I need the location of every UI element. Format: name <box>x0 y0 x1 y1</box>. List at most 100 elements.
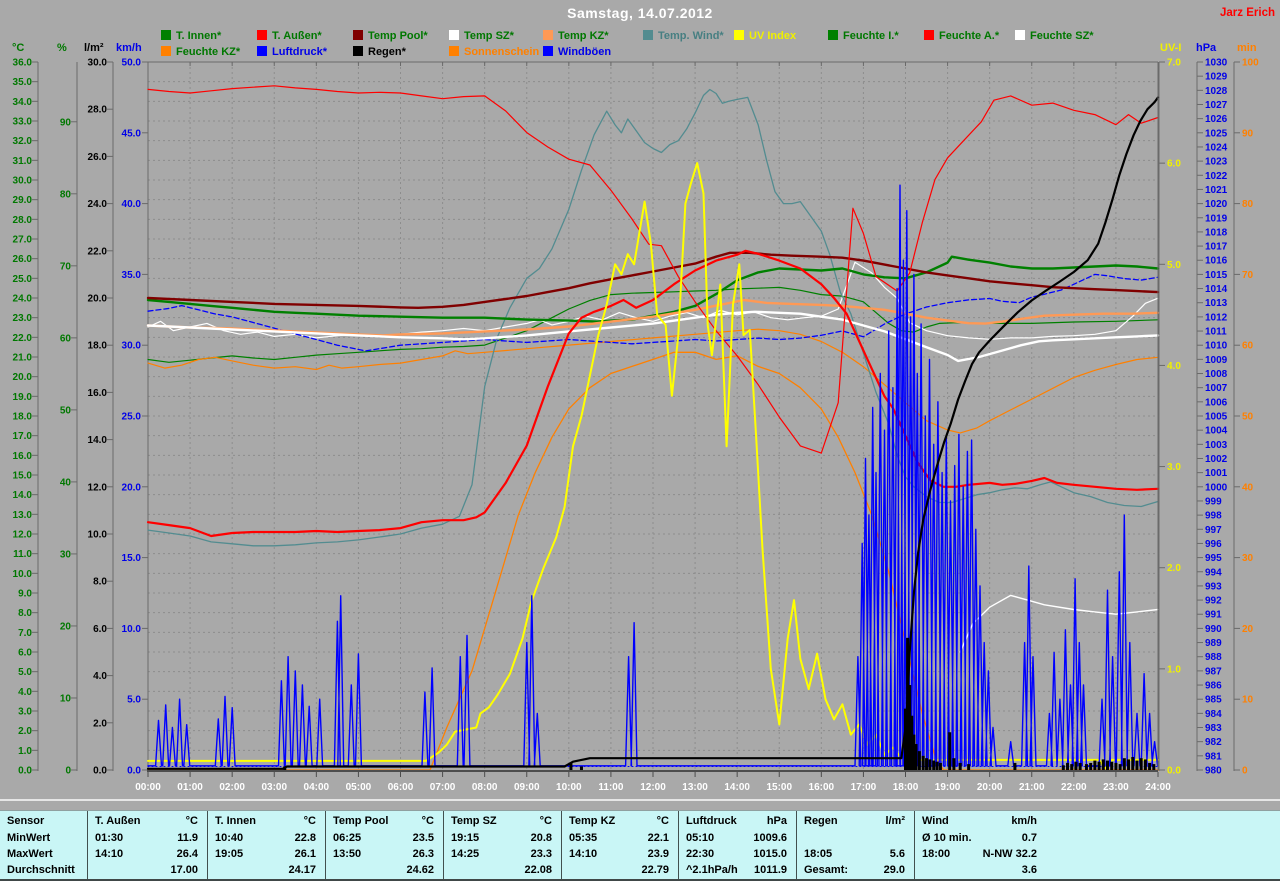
svg-text:987: 987 <box>1205 666 1222 677</box>
x-axis: 00:0001:0002:0003:0004:0005:0006:0007:00… <box>0 62 1280 800</box>
table-row: 18:00N-NW 32.2 <box>915 846 1280 862</box>
svg-text:1007: 1007 <box>1205 383 1228 394</box>
weather-app-window: { "header": { "title": "Samstag, 14.07.2… <box>0 0 1280 881</box>
svg-text:31.0: 31.0 <box>13 156 33 167</box>
legend-item-feuchte-sz-: Feuchte SZ* <box>1015 30 1094 42</box>
svg-text:8.0: 8.0 <box>18 608 32 619</box>
svg-text:994: 994 <box>1205 567 1222 578</box>
table-row: LuftdruckhPa <box>679 813 797 829</box>
table-cell-right: 1009.6 <box>679 830 787 846</box>
table-row: Sensor <box>0 813 87 829</box>
series-legend: T. Innen* T. Außen* Temp Pool* Temp SZ* Temp… <box>0 0 1280 62</box>
table-cell-right: 29.0 <box>797 862 905 878</box>
table-row: MinWert <box>0 830 87 846</box>
svg-text:13:00: 13:00 <box>682 782 708 793</box>
svg-text:20.0: 20.0 <box>13 372 33 383</box>
legend-item-temp-pool-: Temp Pool* <box>353 30 428 42</box>
table-cell-right: 22.08 <box>444 862 552 878</box>
svg-text:17.0: 17.0 <box>13 431 33 442</box>
svg-text:1003: 1003 <box>1205 440 1228 451</box>
legend-label: Temp SZ* <box>464 30 514 42</box>
svg-text:12:00: 12:00 <box>640 782 666 793</box>
table-row: Gesamt:29.0 <box>797 862 915 878</box>
svg-text:29.0: 29.0 <box>13 195 33 206</box>
legend-item-luftdruck-: Luftdruck* <box>257 46 327 58</box>
svg-text:60: 60 <box>60 333 72 344</box>
svg-text:40: 40 <box>1242 482 1254 493</box>
svg-text:10: 10 <box>60 693 72 704</box>
svg-text:0: 0 <box>1242 766 1248 777</box>
legend-label: T. Innen* <box>176 30 221 42</box>
table-cell-right: 5.6 <box>797 846 905 862</box>
svg-text:5.0: 5.0 <box>18 667 32 678</box>
svg-text:1016: 1016 <box>1205 256 1228 267</box>
legend-swatch-windb-en <box>543 46 553 56</box>
legend-item-feuchte-i-: Feuchte I.* <box>828 30 899 42</box>
table-cell-right: 24.17 <box>208 862 316 878</box>
table-row: 22.08 <box>444 862 562 878</box>
svg-text:999: 999 <box>1205 496 1222 507</box>
table-row: 14:2523.3 <box>444 846 562 862</box>
table-cell-right: 0.7 <box>915 830 1037 846</box>
svg-text:10: 10 <box>1242 695 1254 706</box>
svg-text:982: 982 <box>1205 737 1222 748</box>
svg-text:988: 988 <box>1205 652 1222 663</box>
svg-text:10.0: 10.0 <box>88 530 108 541</box>
svg-text:25.0: 25.0 <box>122 412 142 423</box>
table-row: ^2.1hPa/h1011.9 <box>679 862 797 878</box>
table-cell-right: °C <box>326 813 434 829</box>
svg-text:14.0: 14.0 <box>88 435 108 446</box>
legend-item-temp-kz-: Temp KZ* <box>543 30 609 42</box>
table-cell-right: 11.9 <box>88 830 198 846</box>
svg-text:990: 990 <box>1205 624 1222 635</box>
svg-text:27.0: 27.0 <box>13 235 33 246</box>
legend-label: Feuchte A.* <box>939 30 999 42</box>
svg-text:8.0: 8.0 <box>93 577 107 588</box>
legend-label: Temp. Wind* <box>658 30 724 42</box>
svg-text:19:00: 19:00 <box>935 782 961 793</box>
svg-text:30: 30 <box>60 549 72 560</box>
svg-text:32.0: 32.0 <box>13 136 33 147</box>
svg-text:1001: 1001 <box>1205 468 1228 479</box>
svg-text:04:00: 04:00 <box>304 782 330 793</box>
svg-text:70: 70 <box>60 261 72 272</box>
legend-label: Feuchte I.* <box>843 30 899 42</box>
table-row: 22.79 <box>562 862 679 878</box>
legend-swatch-temp-kz- <box>543 30 553 40</box>
table-cell-right: 22.8 <box>208 830 316 846</box>
svg-text:20.0: 20.0 <box>88 294 108 305</box>
svg-text:5.0: 5.0 <box>1167 260 1181 271</box>
svg-text:12.0: 12.0 <box>88 482 108 493</box>
svg-text:1.0: 1.0 <box>1167 664 1181 675</box>
legend-item-feuchte-kz-: Feuchte KZ* <box>161 46 240 58</box>
svg-text:6.0: 6.0 <box>18 648 32 659</box>
svg-text:22.0: 22.0 <box>13 333 33 344</box>
svg-text:3.0: 3.0 <box>1167 462 1181 473</box>
table-col-luftdruck: LuftdruckhPa05:101009.622:301015.0^2.1hP… <box>678 811 797 879</box>
table-cell-right: °C <box>562 813 669 829</box>
table-col-rowlabels: SensorMinWertMaxWertDurchschnitt <box>0 811 87 879</box>
svg-text:30.0: 30.0 <box>13 176 33 187</box>
table-row: 14:1023.9 <box>562 846 679 862</box>
table-cell-right: 23.5 <box>326 830 434 846</box>
svg-text:0.0: 0.0 <box>18 766 32 777</box>
svg-text:20.0: 20.0 <box>122 482 142 493</box>
table-col-t-innen: T. Innen°C10:4022.819:0526.124.17 <box>207 811 326 879</box>
table-cell-right: l/m² <box>797 813 905 829</box>
table-cell-right: 23.9 <box>562 846 669 862</box>
svg-text:1011: 1011 <box>1205 327 1227 338</box>
table-cell-right: 26.3 <box>326 846 434 862</box>
svg-text:28.0: 28.0 <box>13 215 33 226</box>
gridlines <box>148 62 1158 770</box>
legend-label: Temp KZ* <box>558 30 609 42</box>
svg-text:1028: 1028 <box>1205 86 1228 97</box>
table-cell-right: 23.3 <box>444 846 552 862</box>
legend-label: T. Außen* <box>272 30 322 42</box>
svg-text:984: 984 <box>1205 709 1222 720</box>
svg-text:1015: 1015 <box>1205 270 1228 281</box>
svg-text:1009: 1009 <box>1205 355 1228 366</box>
svg-text:25.0: 25.0 <box>13 274 33 285</box>
axis-c: 36.035.034.033.032.031.030.029.028.027.0… <box>12 42 38 777</box>
table-row: Temp SZ°C <box>444 813 562 829</box>
svg-text:1000: 1000 <box>1205 482 1228 493</box>
